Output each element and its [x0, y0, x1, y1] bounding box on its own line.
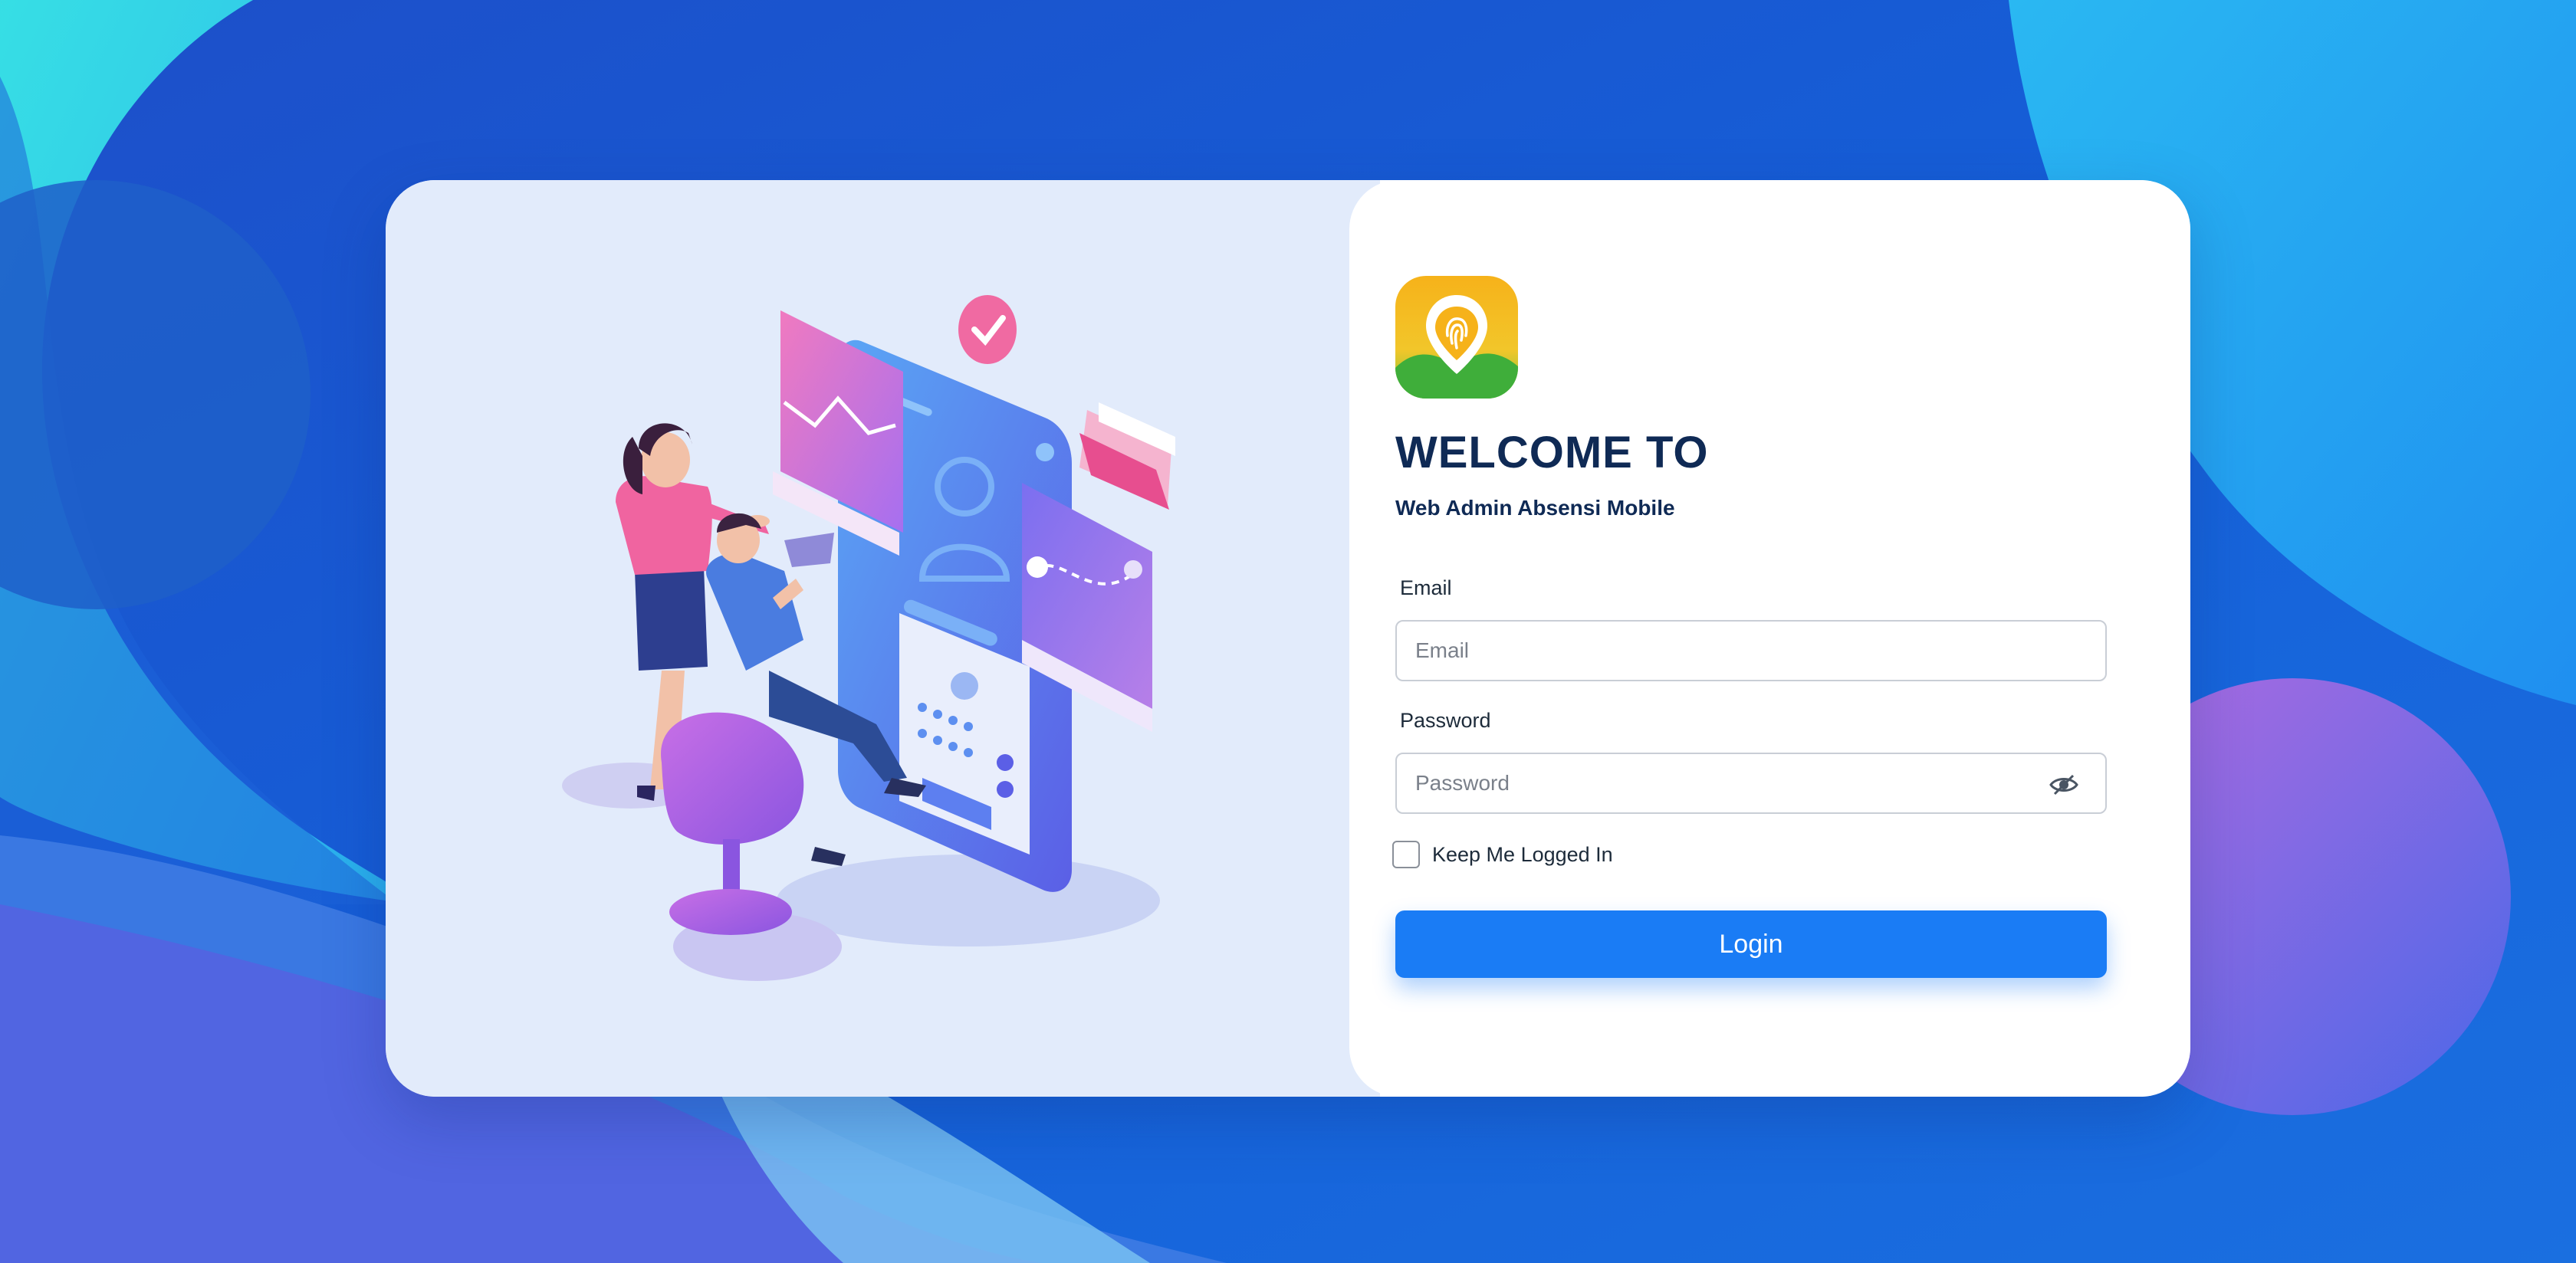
eye-slash-icon[interactable] [2049, 773, 2079, 797]
password-field-wrapper [1395, 753, 2107, 814]
remember-me-row: Keep Me Logged In [1392, 841, 1613, 868]
remember-me-checkbox[interactable] [1392, 841, 1420, 868]
fingerprint-location-icon [1395, 276, 1518, 399]
login-card: WELCOME TO Web Admin Absensi Mobile Emai… [386, 180, 2190, 1097]
app-logo [1395, 276, 1518, 399]
password-input[interactable] [1397, 754, 2105, 812]
email-input[interactable] [1397, 622, 2105, 680]
login-button[interactable]: Login [1395, 910, 2107, 978]
login-panel: WELCOME TO Web Admin Absensi Mobile Emai… [1349, 180, 2190, 1097]
password-label: Password [1400, 709, 1491, 732]
remember-me-label[interactable]: Keep Me Logged In [1432, 843, 1613, 867]
email-field-wrapper [1395, 620, 2107, 681]
team-working-illustration [562, 295, 1175, 981]
welcome-title: WELCOME TO [1395, 428, 1709, 477]
illustration-panel [386, 180, 1380, 1097]
app-subtitle: Web Admin Absensi Mobile [1395, 496, 1675, 520]
email-label: Email [1400, 576, 1452, 599]
